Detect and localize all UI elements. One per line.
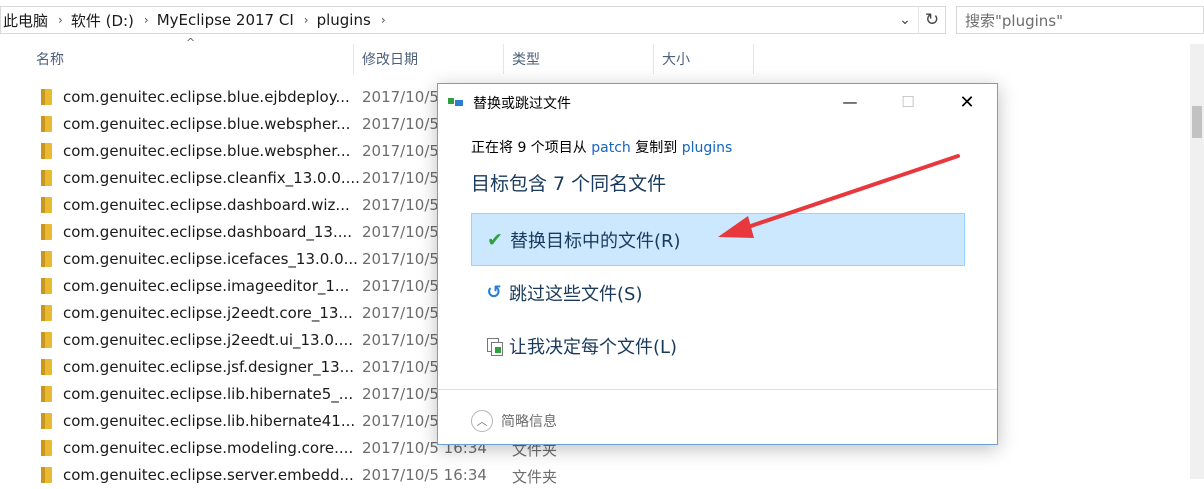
file-name: com.genuitec.eclipse.dashboard.wiz... (63, 196, 350, 214)
source-folder-link[interactable]: patch (591, 140, 631, 156)
decide-each-file-option[interactable]: 让我决定每个文件(L) (471, 319, 965, 372)
file-name: com.genuitec.eclipse.modeling.core.... (63, 439, 354, 457)
file-name: com.genuitec.eclipse.blue.webspher... (63, 115, 351, 133)
copy-files-icon (448, 96, 466, 108)
checkmark-icon: ✔ (487, 228, 503, 251)
column-header-name[interactable]: 名称 (28, 44, 354, 74)
file-modified: 2017/10/5 (362, 277, 439, 295)
vertical-scrollbar[interactable] (1190, 44, 1204, 479)
breadcrumb-separator-icon[interactable]: › (298, 13, 315, 27)
minimize-button[interactable]: — (826, 84, 874, 120)
breadcrumb-this-pc[interactable]: 此电脑 (1, 10, 52, 31)
folder-icon (41, 251, 52, 267)
folder-icon (41, 467, 52, 483)
file-name: com.genuitec.eclipse.cleanfix_13.0.0.... (63, 169, 360, 187)
file-name: com.genuitec.eclipse.dashboard_13.... (63, 223, 353, 241)
compare-files-icon (483, 337, 505, 356)
file-modified: 2017/10/5 (362, 412, 439, 430)
file-modified: 2017/10/5 (362, 169, 439, 187)
skip-arrow-icon: ↺ (486, 282, 502, 303)
fewer-details-link[interactable]: 简略信息 (501, 411, 557, 431)
file-name: com.genuitec.eclipse.lib.hibernate41... (63, 412, 356, 430)
breadcrumb-separator-icon[interactable]: › (52, 13, 69, 27)
file-modified: 2017/10/5 (362, 358, 439, 376)
file-name: com.genuitec.eclipse.server.embedd... (63, 466, 354, 484)
file-name: com.genuitec.eclipse.icefaces_13.0.0... (63, 250, 358, 268)
scrollbar-thumb[interactable] (1192, 106, 1202, 138)
file-modified: 2017/10/5 (362, 223, 439, 241)
folder-icon (41, 116, 52, 132)
copy-status-middle: 复制到 (630, 140, 682, 156)
decide-each-file-label: 让我决定每个文件(L) (509, 336, 678, 358)
copy-status-prefix: 正在将 9 个项目从 (471, 140, 592, 156)
file-name: com.genuitec.eclipse.blue.webspher... (63, 142, 351, 160)
replace-or-skip-dialog: 替换或跳过文件 — ☐ ✕ 正在将 9 个项目从 patch 复制到 plugi… (437, 83, 998, 445)
breadcrumb-folder[interactable]: MyEclipse 2017 CI (155, 11, 298, 29)
folder-icon (41, 413, 52, 429)
folder-icon (41, 197, 52, 213)
conflict-heading: 目标包含 7 个同名文件 (471, 173, 667, 195)
file-name: com.genuitec.eclipse.j2eedt.ui_13.0.... (63, 331, 353, 349)
table-row[interactable]: com.genuitec.eclipse.server.embedd... 201… (0, 462, 1190, 489)
file-modified: 2017/10/5 (362, 304, 439, 322)
column-header-modified[interactable]: 修改日期 (354, 44, 504, 74)
folder-icon (41, 359, 52, 375)
file-modified: 2017/10/5 (362, 331, 439, 349)
search-input[interactable]: 搜索"plugins" (956, 6, 1204, 34)
breadcrumb-separator-icon[interactable]: › (375, 13, 392, 27)
dialog-title: 替换或跳过文件 (473, 96, 571, 112)
breadcrumb-drive[interactable]: 软件 (D:) (69, 10, 138, 31)
chevron-up-icon[interactable]: ︿ (471, 410, 493, 432)
breadcrumb-separator-icon[interactable]: › (138, 13, 155, 27)
file-modified: 2017/10/5 16:34 (362, 466, 487, 484)
close-button[interactable]: ✕ (943, 84, 991, 120)
breadcrumb-current[interactable]: plugins (315, 11, 375, 29)
folder-icon (41, 305, 52, 321)
folder-icon (41, 278, 52, 294)
column-header-type[interactable]: 类型 (504, 44, 654, 74)
dialog-footer: ︿ 简略信息 (438, 389, 997, 445)
replace-files-label: 替换目标中的文件(R) (510, 230, 681, 252)
file-name: com.genuitec.eclipse.j2eedt.core_13... (63, 304, 353, 322)
dest-folder-link[interactable]: plugins (682, 140, 733, 156)
file-type: 文件夹 (512, 468, 558, 486)
file-name: com.genuitec.eclipse.imageeditor_1... (63, 277, 350, 295)
copy-status-text: 正在将 9 个项目从 patch 复制到 plugins (471, 137, 732, 157)
address-bar[interactable]: 此电脑 › 软件 (D:) › MyEclipse 2017 CI › plug… (0, 6, 946, 34)
address-bar-controls: ⌄ ↻ (892, 7, 945, 33)
replace-files-option[interactable]: ✔ 替换目标中的文件(R) (471, 213, 965, 266)
file-modified: 2017/10/5 (362, 88, 439, 106)
file-modified: 2017/10/5 (362, 142, 439, 160)
maximize-button[interactable]: ☐ (884, 84, 932, 120)
folder-icon (41, 224, 52, 240)
folder-icon (41, 89, 52, 105)
file-modified: 2017/10/5 (362, 196, 439, 214)
folder-icon (41, 170, 52, 186)
column-header-size[interactable]: 大小 (654, 44, 754, 74)
folder-icon (41, 332, 52, 348)
file-name: com.genuitec.eclipse.lib.hibernate5_... (63, 385, 354, 403)
file-modified: 2017/10/5 (362, 385, 439, 403)
file-modified: 2017/10/5 (362, 115, 439, 133)
refresh-icon[interactable]: ↻ (918, 7, 945, 33)
file-name: com.genuitec.eclipse.jsf.designer_13... (63, 358, 354, 376)
skip-files-option[interactable]: ↺ 跳过这些文件(S) (471, 266, 965, 319)
chevron-down-icon[interactable]: ⌄ (892, 7, 918, 33)
file-name: com.genuitec.eclipse.blue.ejbdeploy... (63, 88, 350, 106)
skip-files-label: 跳过这些文件(S) (509, 283, 643, 305)
folder-icon (41, 386, 52, 402)
file-modified: 2017/10/5 (362, 250, 439, 268)
folder-icon (41, 440, 52, 456)
folder-icon (41, 143, 52, 159)
dialog-title-bar[interactable]: 替换或跳过文件 — ☐ ✕ (438, 84, 997, 122)
